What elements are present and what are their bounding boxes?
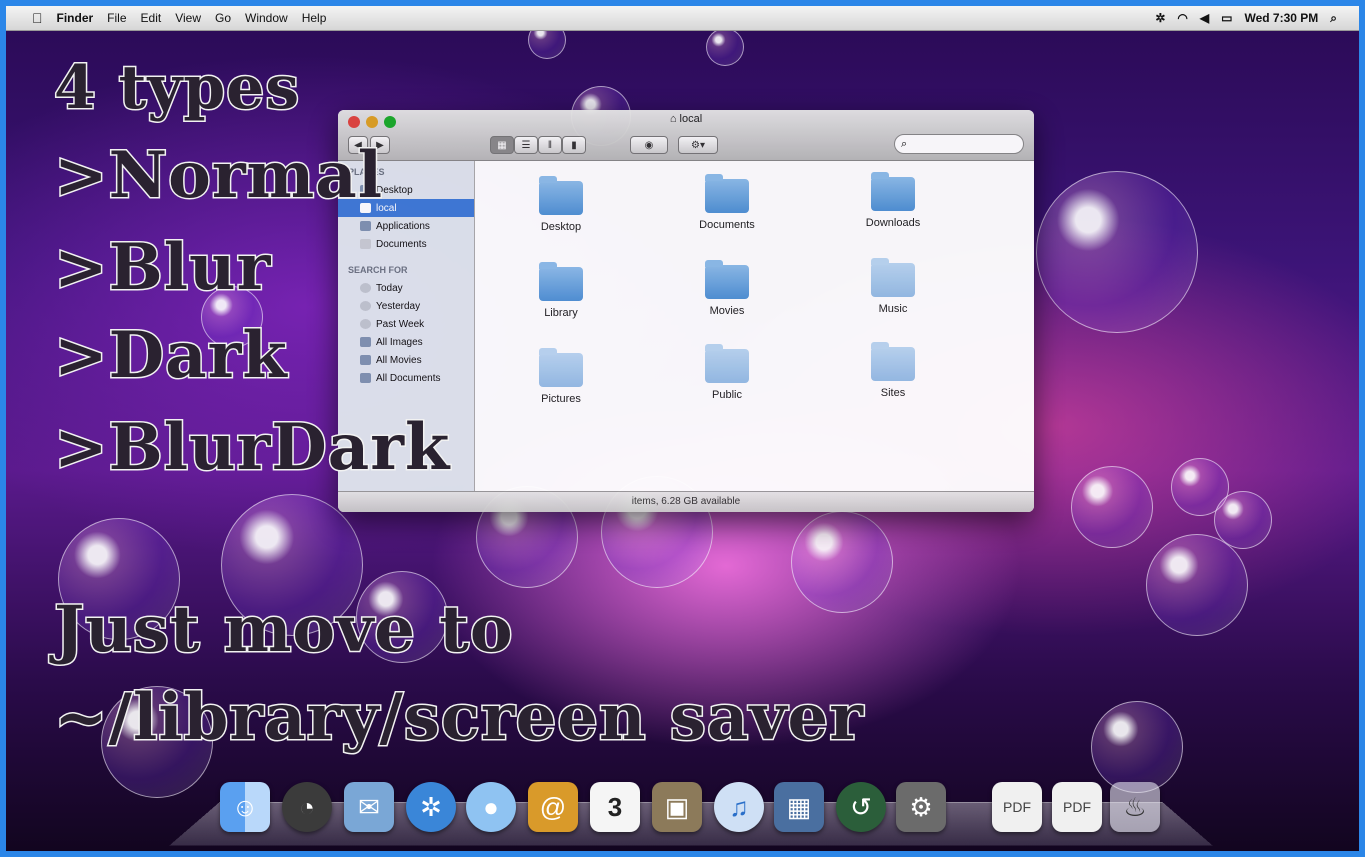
folder-sites[interactable]: Sites [833,342,953,399]
caption-blur: >Blur [52,230,272,305]
ical-icon[interactable]: 3 [590,782,640,832]
finder-status-bar: items, 6.28 GB available [338,491,1034,512]
bubble [1146,534,1248,636]
spotlight-icon[interactable]: ⌕ [1330,11,1337,26]
smart-folder-icon [360,373,371,383]
system-preferences-icon[interactable]: ⚙ [896,782,946,832]
bluetooth-icon[interactable]: ✲ [1155,11,1165,25]
bubble [791,511,893,613]
clock-icon [360,319,371,329]
address-book-icon[interactable]: @ [528,782,578,832]
bubble [706,28,744,66]
smart-folder-icon [360,337,371,347]
caption-types: 4 types [52,53,301,123]
folder-icon [705,260,749,299]
folder-pictures[interactable]: Pictures [501,348,621,405]
finder-titlebar[interactable]: ⌂ local ◀ ▶ ▦ ☰ ‖ ▮ ◉ ⚙▾ ⌕ [338,110,1034,161]
itunes-icon[interactable]: ♫ [714,782,764,832]
pdf-doc-icon[interactable]: PDF [992,782,1042,832]
menu-window[interactable]: Window [245,11,288,25]
bubble [1036,171,1198,333]
sidebar-item-all-documents[interactable]: All Documents [338,369,474,387]
folder-icon [705,174,749,213]
dashboard-icon[interactable]: ◔ [282,782,332,832]
folder-icon [871,342,915,381]
trash-icon[interactable]: ♨ [1110,782,1160,832]
search-input[interactable]: ⌕ [894,134,1024,154]
coverflow-view-button[interactable]: ▮ [562,136,586,154]
list-view-button[interactable]: ☰ [514,136,538,154]
time-machine-icon[interactable]: ↺ [836,782,886,832]
sidebar-item-past-week[interactable]: Past Week [338,315,474,333]
sidebar-item-documents[interactable]: Documents [338,235,474,253]
caption-normal: >Normal [52,138,384,213]
mail-icon[interactable]: ✉ [344,782,394,832]
bubble [1091,701,1183,793]
folder-icon [539,262,583,301]
documents-icon [360,239,371,249]
folder-icon [871,258,915,297]
volume-icon[interactable]: ◀ [1200,11,1209,25]
menu-file[interactable]: File [107,11,126,25]
folder-icon [539,176,583,215]
search-for-header: SEARCH FOR [348,265,408,275]
sidebar-item-yesterday[interactable]: Yesterday [338,297,474,315]
ichat-icon[interactable]: ● [466,782,516,832]
photo-icon[interactable]: ▣ [652,782,702,832]
folder-icon [539,348,583,387]
window-title: ⌂ local [669,113,703,125]
finder-content: Desktop Documents Downloads Library Movi… [475,161,1034,492]
search-icon: ⌕ [901,137,908,150]
apple-menu-icon[interactable]:  [32,10,43,26]
menu-go[interactable]: Go [215,11,231,25]
folder-desktop[interactable]: Desktop [501,176,621,233]
caption-just-move-to: Just move to [53,592,515,667]
bubble [1071,466,1153,548]
clock-icon [360,283,371,293]
finder-icon[interactable]: ☺ [220,782,270,832]
column-view-button[interactable]: ‖ [538,136,562,154]
sidebar-item-all-movies[interactable]: All Movies [338,351,474,369]
folder-documents[interactable]: Documents [667,174,787,231]
folder-icon [871,172,915,211]
spaces-icon[interactable]: ▦ [774,782,824,832]
folder-music[interactable]: Music [833,258,953,315]
caption-blurdark: >BlurDark [52,410,451,485]
safari-icon[interactable]: ✲ [406,782,456,832]
pdf-doc-icon[interactable]: PDF [1052,782,1102,832]
sidebar-item-applications[interactable]: Applications [338,217,474,235]
folder-library[interactable]: Library [501,262,621,319]
battery-icon[interactable]: ▭ [1221,11,1232,25]
caption-dark: >Dark [53,318,289,393]
wifi-icon[interactable]: ◠ [1177,11,1187,25]
sidebar-item-all-images[interactable]: All Images [338,333,474,351]
folder-movies[interactable]: Movies [667,260,787,317]
sidebar-item-today[interactable]: Today [338,279,474,297]
menubar-clock[interactable]: Wed 7:30 PM [1244,11,1318,25]
menu-edit[interactable]: Edit [141,11,162,25]
menu-finder[interactable]: Finder [57,11,94,25]
folder-public[interactable]: Public [667,344,787,401]
smart-folder-icon [360,355,371,365]
menu-help[interactable]: Help [302,11,327,25]
folder-downloads[interactable]: Downloads [833,172,953,229]
screenshot-frame:  Finder File Edit View Go Window Help ✲… [0,0,1365,857]
action-gear-button[interactable]: ⚙▾ [678,136,718,154]
folder-icon [705,344,749,383]
icon-view-button[interactable]: ▦ [490,136,514,154]
quick-look-button[interactable]: ◉ [630,136,668,154]
menu-bar:  Finder File Edit View Go Window Help ✲… [6,6,1359,31]
applications-icon [360,221,371,231]
clock-icon [360,301,371,311]
menu-view[interactable]: View [175,11,201,25]
caption-path: ~/library/screen saver [53,680,865,755]
